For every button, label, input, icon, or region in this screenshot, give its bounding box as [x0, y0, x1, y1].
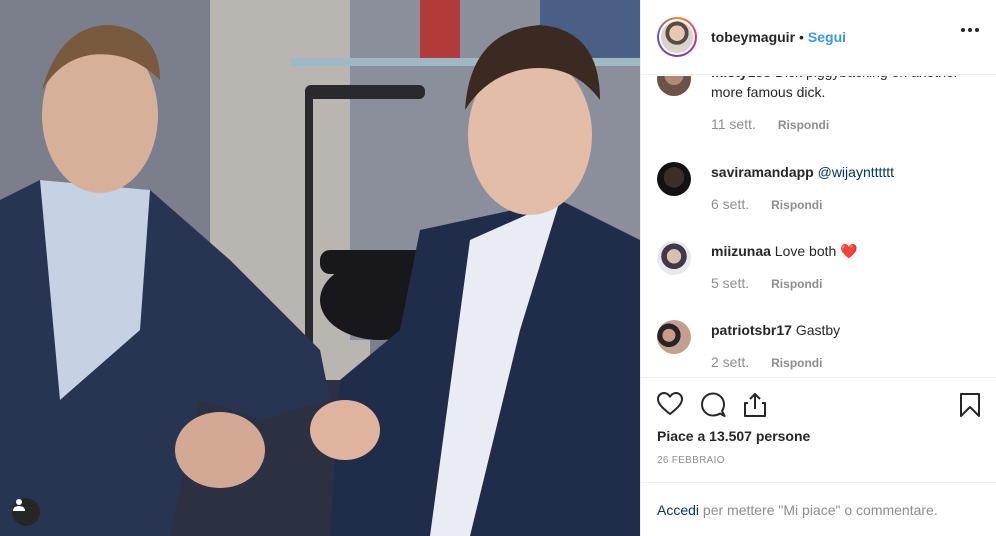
comment-time: 2 sett. [711, 354, 750, 370]
commenter-username[interactable]: patriotsbr17 [711, 322, 792, 338]
login-link[interactable]: Accedi [657, 502, 699, 518]
heart-icon[interactable] [657, 392, 683, 416]
login-prompt-text: per mettere "Mi piace" o commentare. [702, 502, 938, 518]
photo-illustration [0, 0, 640, 536]
commenter-username[interactable]: miizunaa [711, 243, 771, 259]
share-icon[interactable] [742, 392, 768, 418]
commenter-username[interactable]: saviramandapp [711, 164, 814, 180]
commenter-username[interactable]: misty158 [711, 76, 771, 80]
comment-text: saviramandapp @wijayntttttt [711, 162, 981, 182]
comment-time: 6 sett. [711, 196, 750, 212]
login-prompt: Accedi per mettere "Mi piace" o commenta… [641, 482, 996, 536]
header-separator: • [799, 29, 804, 45]
post-actions-bar [641, 377, 996, 427]
comment-message: Love both [774, 243, 837, 259]
reply-button[interactable]: Rispondi [778, 118, 829, 132]
user-tag-icon [13, 499, 25, 511]
comment-time: 5 sett. [711, 275, 750, 291]
comment-meta: 2 sett. Rispondi [711, 354, 822, 370]
commenter-avatar[interactable] [657, 320, 691, 354]
comment-meta: 6 sett. Rispondi [711, 196, 822, 212]
likes-count[interactable]: Piace a 13.507 persone [657, 428, 810, 444]
heart-emoji: ❤️ [840, 243, 858, 259]
comment-text: patriotsbr17 Gastby [711, 320, 981, 340]
commenter-avatar[interactable] [657, 162, 691, 196]
reply-button[interactable]: Rispondi [771, 356, 822, 370]
author-avatar[interactable] [657, 17, 697, 57]
comment-icon[interactable] [700, 392, 726, 418]
reply-button[interactable]: Rispondi [771, 277, 822, 291]
commenter-avatar[interactable] [657, 241, 691, 275]
reply-button[interactable]: Rispondi [771, 198, 822, 212]
post-header: tobeymaguir • Segui [641, 0, 996, 75]
comment-mention[interactable]: @wijayntttttt [818, 164, 894, 180]
comment-time: 11 sett. [711, 116, 756, 132]
comment-text: misty158 Dick piggybacking on another mo… [711, 76, 981, 102]
user-tag-button[interactable] [12, 498, 40, 526]
comment-message: Gastby [795, 322, 841, 338]
comments-list[interactable]: misty158 Dick piggybacking on another mo… [641, 76, 996, 376]
comment-meta: 11 sett. Rispondi [711, 116, 829, 132]
commenter-avatar[interactable] [657, 76, 691, 96]
bookmark-icon[interactable] [959, 392, 981, 418]
author-username[interactable]: tobeymaguir [711, 29, 795, 45]
more-options-icon[interactable] [961, 28, 979, 32]
post-side-panel: tobeymaguir • Segui misty158 Dick piggyb… [640, 0, 996, 536]
post-photo[interactable] [0, 0, 640, 536]
post-date[interactable]: 26 FEBBRAIO [657, 455, 725, 466]
comment-text: miizunaa Love both ❤️ [711, 241, 981, 261]
comment-meta: 5 sett. Rispondi [711, 275, 822, 291]
follow-button[interactable]: Segui [808, 29, 846, 45]
